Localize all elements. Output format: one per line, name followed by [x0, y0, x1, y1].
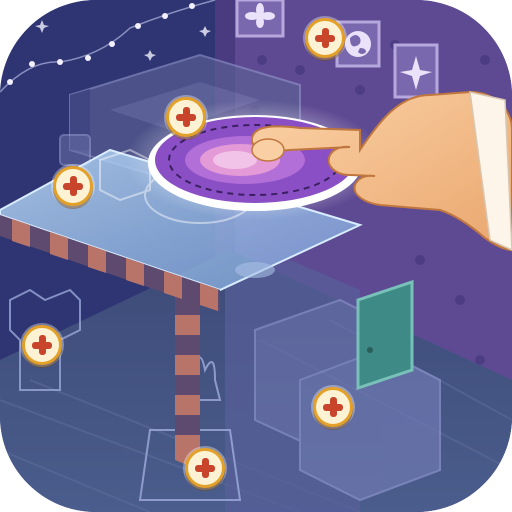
room-illustration: [0, 0, 512, 512]
build-button-bed-lamp[interactable]: [305, 18, 345, 58]
door: [356, 279, 414, 391]
build-button-bed[interactable]: [166, 97, 206, 137]
build-button-shelf[interactable]: [313, 387, 353, 427]
wall-frame-sparkle: [393, 43, 439, 99]
build-button-chair[interactable]: [22, 325, 62, 365]
lamp-silhouette: [59, 134, 91, 166]
desk-leg: [175, 275, 200, 470]
game-scene: [0, 0, 512, 512]
build-button-plant[interactable]: [185, 448, 225, 488]
wall-frame-flower: [235, 0, 285, 38]
build-button-desk-lamp[interactable]: [53, 166, 93, 206]
